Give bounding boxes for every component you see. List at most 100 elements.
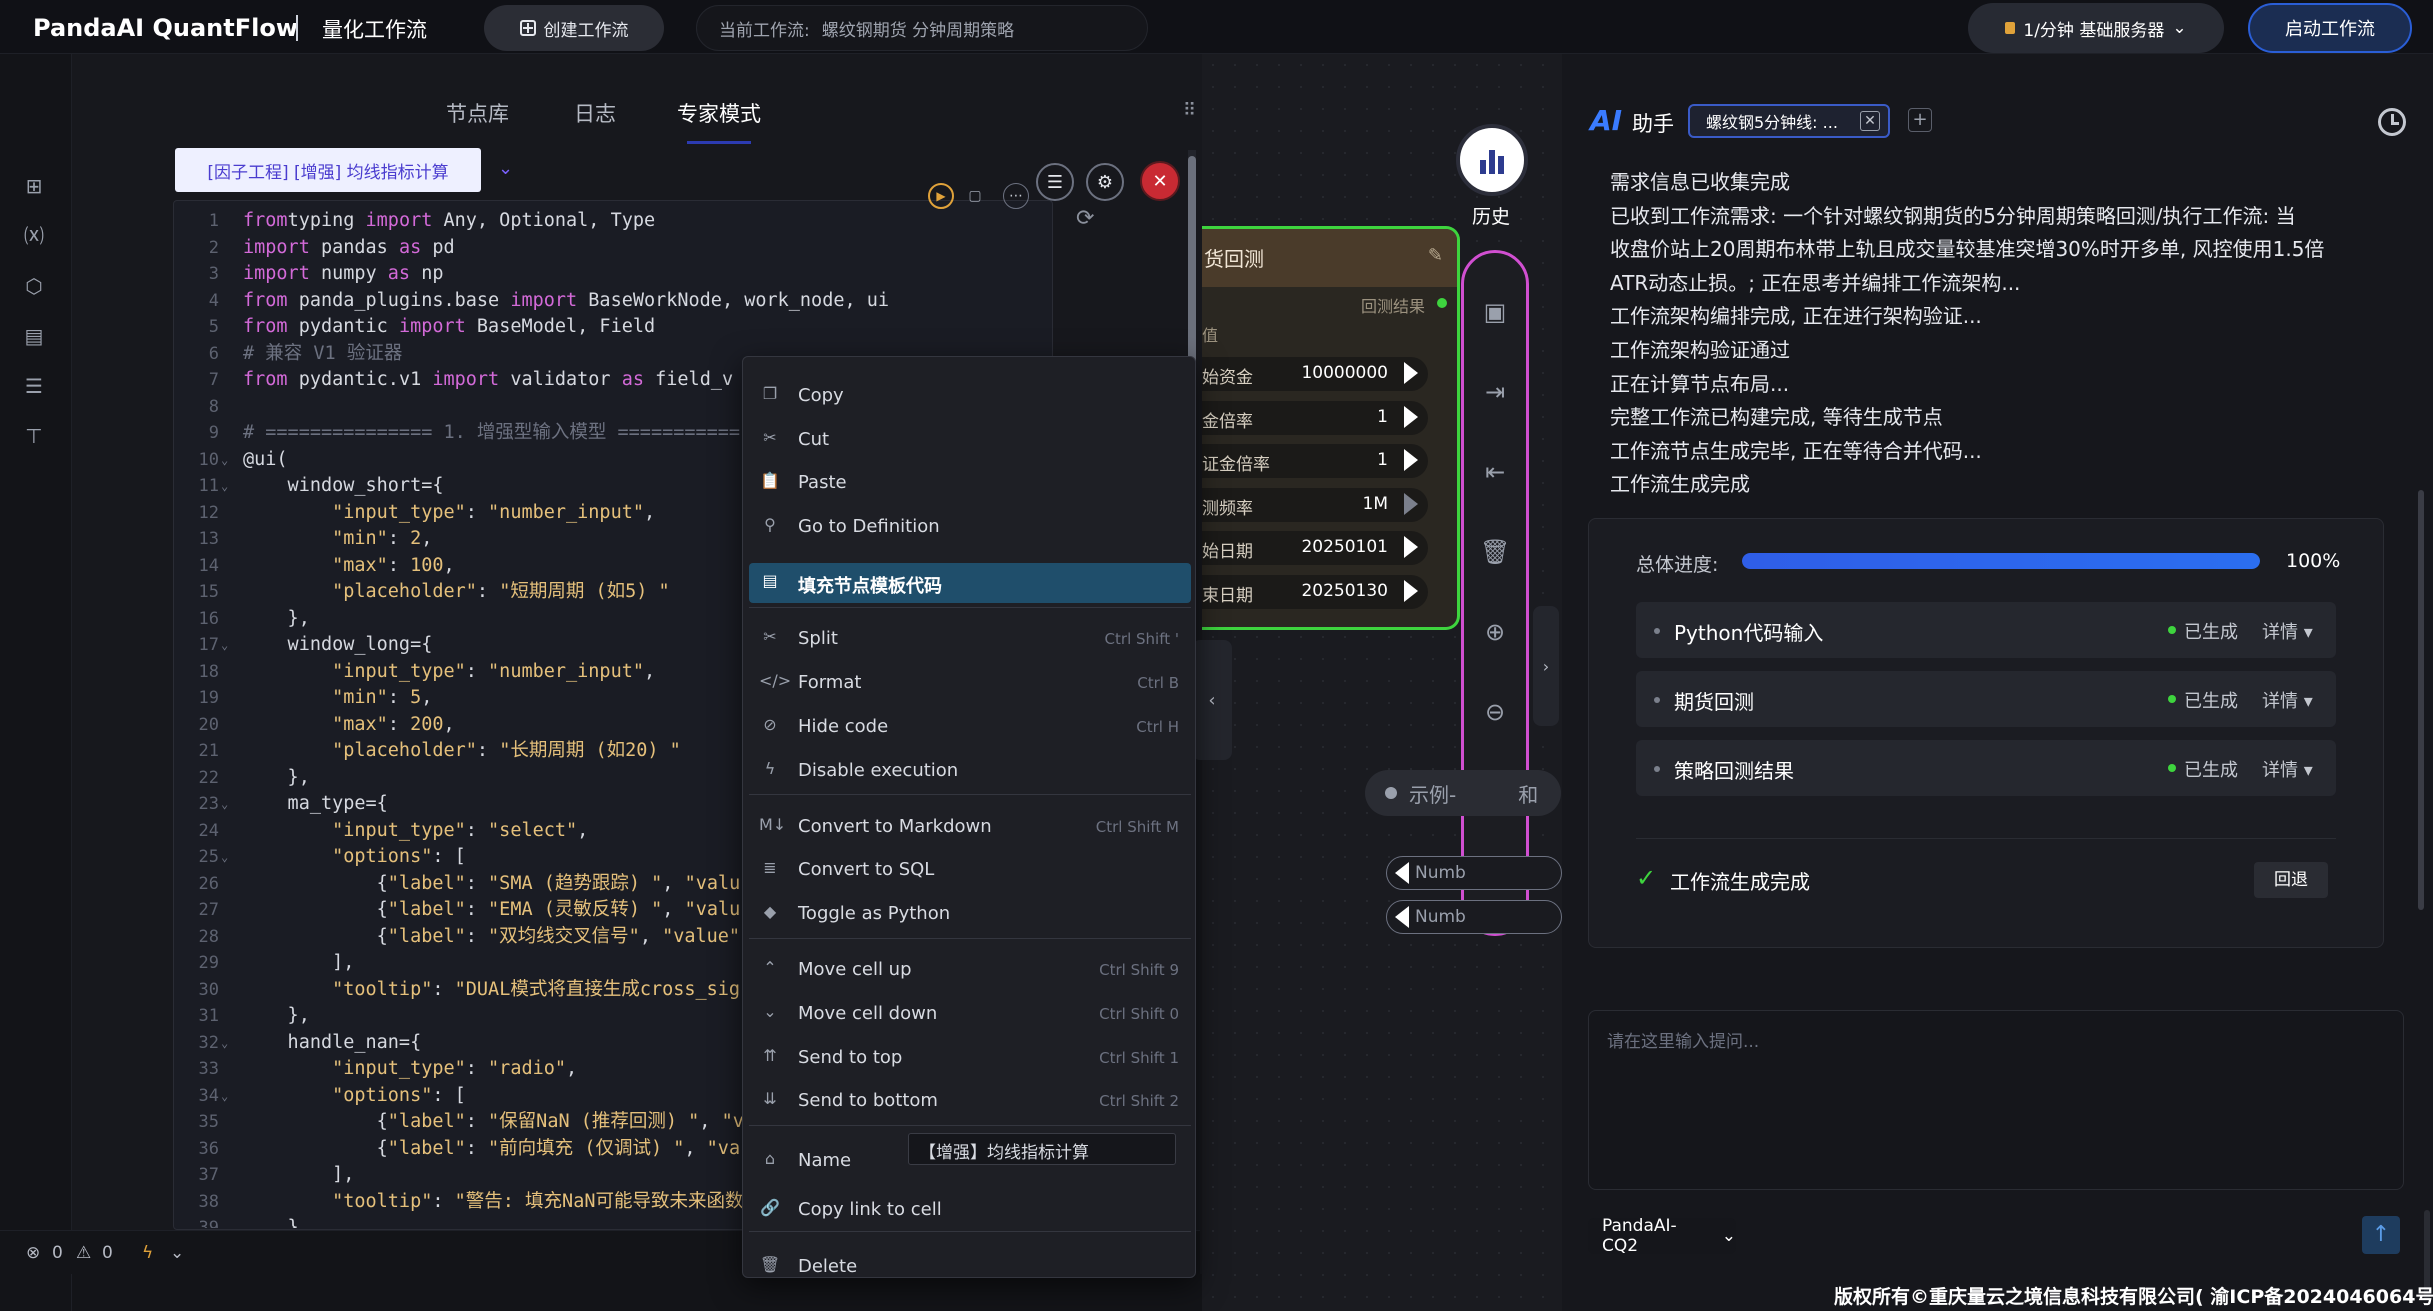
param-value[interactable]: 1 xyxy=(1377,407,1388,427)
fold-icon[interactable]: ⌄ xyxy=(221,447,228,473)
code-line[interactable]: 3 import numpy as np xyxy=(173,261,1193,287)
play-arrow-icon[interactable] xyxy=(1404,492,1418,515)
menu-item-copy[interactable]: ❐ Copy xyxy=(743,376,1195,416)
node-param-row[interactable]: 证金倍率 1 xyxy=(1202,444,1428,478)
fold-icon[interactable]: ⌄ xyxy=(221,1083,228,1109)
node-param-row[interactable]: 始日期 20250101 xyxy=(1202,531,1428,565)
play-arrow-icon[interactable] xyxy=(1404,536,1418,558)
fold-icon[interactable]: ⌄ xyxy=(221,1030,228,1056)
param-value[interactable]: 1M xyxy=(1363,494,1388,514)
rollback-button[interactable]: 回退 xyxy=(2254,862,2328,898)
param-value[interactable]: 10000000 xyxy=(1301,363,1388,383)
tab-log[interactable]: 日志 xyxy=(574,98,616,128)
node-param-row[interactable]: 束日期 20250130 xyxy=(1202,574,1428,609)
add-chat-button[interactable]: + xyxy=(1908,108,1932,132)
stop-cell-button[interactable]: ▢ xyxy=(964,185,986,207)
chevron-down-icon[interactable]: ⌄ xyxy=(170,1243,184,1263)
hierarchy-icon[interactable]: ⊤ xyxy=(20,422,48,450)
node-param-row[interactable]: 测频率 1M xyxy=(1202,487,1428,522)
more-icon[interactable]: ⋯ xyxy=(1003,183,1029,209)
create-workflow-button[interactable]: 创建工作流 xyxy=(484,5,664,51)
fold-icon[interactable]: ⌄ xyxy=(221,632,228,658)
menu-item-move-cell-up[interactable]: ⌃ Move cell up Ctrl Shift 9 xyxy=(743,950,1195,990)
param-value[interactable]: 1 xyxy=(1377,450,1388,470)
collapse-left-button[interactable]: ‹ xyxy=(1192,640,1232,760)
scrollbar-thumb[interactable] xyxy=(2418,490,2424,910)
chevron-down-icon[interactable]: ⌄ xyxy=(498,158,513,179)
menu-icon[interactable]: ☰ xyxy=(1036,163,1074,201)
menu-item-paste[interactable]: 📋 Paste xyxy=(743,463,1195,503)
refresh-icon[interactable]: ⟳ xyxy=(1076,206,1094,231)
question-input[interactable]: 请在这里输入提问... xyxy=(1588,1010,2404,1190)
clock-icon[interactable] xyxy=(2378,108,2406,136)
chat-scrollbar[interactable] xyxy=(2418,150,2424,970)
bolt-icon[interactable]: ϟ xyxy=(142,1243,153,1263)
output-port[interactable] xyxy=(1437,298,1447,308)
number-port[interactable]: Numb xyxy=(1386,900,1562,934)
node-param-row[interactable]: 始资金 10000000 xyxy=(1202,357,1428,391)
history-button[interactable] xyxy=(1456,124,1528,196)
save-icon[interactable]: ▣ xyxy=(1480,297,1510,327)
tree-icon[interactable]: ⊞ xyxy=(20,172,48,200)
menu-item-split[interactable]: ✂ Split Ctrl Shift ' xyxy=(743,619,1195,659)
play-arrow-icon[interactable] xyxy=(1404,405,1418,428)
menu-item-convert-to-sql[interactable]: ≣ Convert to SQL xyxy=(743,850,1195,890)
tab-expert-mode[interactable]: 专家模式 xyxy=(677,98,761,144)
code-line[interactable]: 1 fromtyping import Any, Optional, Type xyxy=(173,208,1193,234)
menu-item-disable-execution[interactable]: ϟ Disable execution xyxy=(743,751,1195,791)
code-line[interactable]: 4 from panda_plugins.base import BaseWork… xyxy=(173,288,1193,314)
close-icon[interactable]: ✕ xyxy=(1140,161,1180,201)
menu-item-format[interactable]: </> Format Ctrl B xyxy=(743,663,1195,703)
zoom-in-icon[interactable]: ⊕ xyxy=(1480,617,1510,647)
param-value[interactable]: 20250130 xyxy=(1301,581,1388,601)
menu-item-move-cell-down[interactable]: ⌄ Move cell down Ctrl Shift 0 xyxy=(743,994,1195,1034)
details-toggle[interactable]: 详情 ▾ xyxy=(2262,687,2313,713)
backtest-node[interactable]: 货回测 ✎ 回测结果 值 始资金 10000000 金倍率 1 证金倍率 1 测频率 1M 始日… xyxy=(1202,226,1460,630)
error-icon[interactable]: ⊗ xyxy=(26,1243,40,1263)
server-selector[interactable]: 1/分钟 基础服务器 ⌄ xyxy=(1968,3,2224,53)
gear-icon[interactable]: ⚙ xyxy=(1086,163,1124,201)
menu-item-toggle-as-python[interactable]: ◆ Toggle as Python xyxy=(743,894,1195,934)
param-value[interactable]: 20250101 xyxy=(1301,537,1388,557)
start-workflow-button[interactable]: 启动工作流 xyxy=(2248,3,2412,53)
scroll-icon[interactable]: ▤ xyxy=(20,322,48,350)
play-arrow-icon[interactable] xyxy=(1404,449,1418,471)
tab-node-library[interactable]: 节点库 xyxy=(446,98,509,128)
warning-icon[interactable]: ⚠ xyxy=(76,1243,91,1263)
node-param-row[interactable]: 金倍率 1 xyxy=(1202,400,1428,435)
model-selector[interactable]: PandaAI-CQ2 ⌄ xyxy=(1588,1216,1736,1256)
code-line[interactable]: 5 from pydantic import BaseModel, Field xyxy=(173,314,1193,340)
send-button[interactable]: ↑ xyxy=(2362,1216,2400,1254)
menu-item-cut[interactable]: ✂ Cut xyxy=(743,420,1195,460)
fold-icon[interactable]: ⌄ xyxy=(221,844,228,870)
drag-handle-icon[interactable]: ⠿ xyxy=(1183,100,1196,121)
cell-name-tag[interactable]: [因子工程] [增强] 均线指标计算 xyxy=(175,148,481,192)
package-icon[interactable]: ⬡ xyxy=(20,272,48,300)
edit-icon[interactable]: ✎ xyxy=(1428,245,1443,266)
menu-item-send-to-top[interactable]: ⇈ Send to top Ctrl Shift 1 xyxy=(743,1038,1195,1078)
play-arrow-icon[interactable] xyxy=(1404,362,1418,384)
trash-icon[interactable]: 🗑 xyxy=(1480,537,1510,567)
menu-item-go-to-definition[interactable]: ⚲ Go to Definition xyxy=(743,507,1195,547)
export-icon[interactable]: ⇥ xyxy=(1480,377,1510,407)
menu-item-delete[interactable]: 🗑 Delete xyxy=(743,1247,1195,1287)
menu-item-send-to-bottom[interactable]: ⇊ Send to bottom Ctrl Shift 2 xyxy=(743,1081,1195,1121)
example-node[interactable]: 示例- 和 xyxy=(1365,770,1561,816)
list-search-icon[interactable]: ☰ xyxy=(20,372,48,400)
menu-item-convert-to-markdown[interactable]: M↓ Convert to Markdown Ctrl Shift M xyxy=(743,807,1195,847)
zoom-out-icon[interactable]: ⊖ xyxy=(1480,697,1510,727)
code-line[interactable]: 2 import pandas as pd xyxy=(173,235,1193,261)
collapse-right-button[interactable]: › xyxy=(1533,606,1559,726)
menu-item-fill-template[interactable]: ▤ 填充节点模板代码 xyxy=(749,563,1191,604)
menu-item-name[interactable]: ⌂ Name xyxy=(743,1141,1195,1181)
menu-item-hide-code[interactable]: ⊘ Hide code Ctrl H xyxy=(743,707,1195,747)
details-toggle[interactable]: 详情 ▾ xyxy=(2262,756,2313,782)
variable-icon[interactable]: ⒳ xyxy=(20,222,48,250)
import-icon[interactable]: ⇤ xyxy=(1480,457,1510,487)
play-arrow-icon[interactable] xyxy=(1404,579,1418,602)
details-toggle[interactable]: 详情 ▾ xyxy=(2262,618,2313,644)
close-icon[interactable]: ✕ xyxy=(1860,111,1880,131)
fold-icon[interactable]: ⌄ xyxy=(221,791,228,817)
chat-tab[interactable]: 螺纹钢5分钟线: ... ✕ xyxy=(1688,104,1890,138)
fold-icon[interactable]: ⌄ xyxy=(221,473,228,499)
